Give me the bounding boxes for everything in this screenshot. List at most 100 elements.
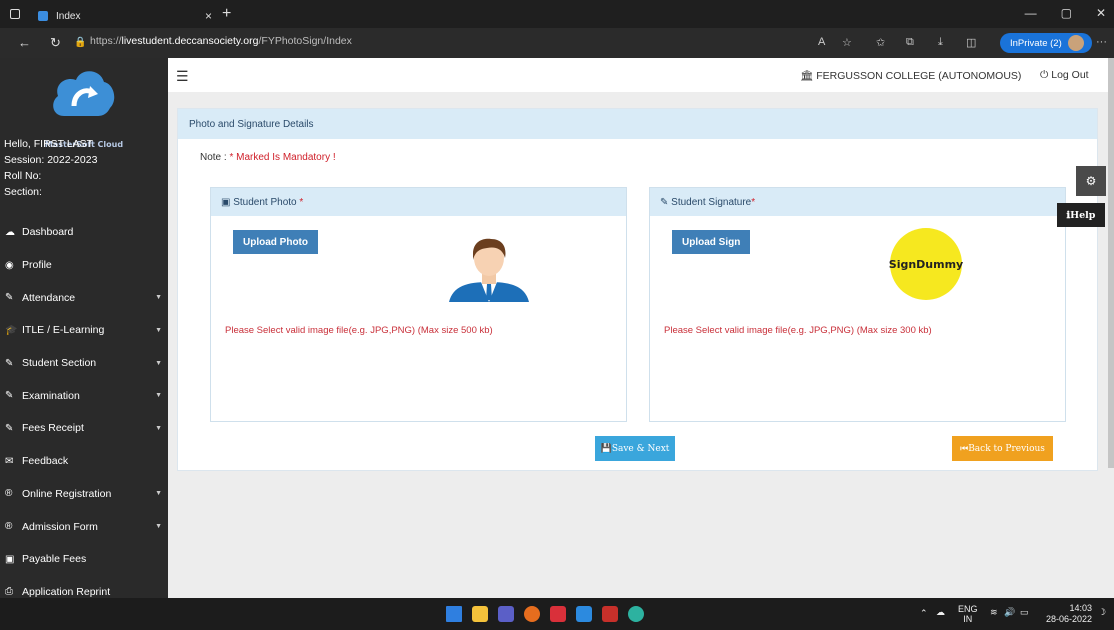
notifications-icon[interactable]: ☽ [1098,607,1106,618]
main-content: ☰ 🏛 FERGUSSON COLLEGE (AUTONOMOUS) ⏻ Log… [168,58,1114,598]
close-window-icon[interactable]: ✕ [1096,6,1106,20]
save-label: Save & Next [611,443,670,454]
caret-down-icon: ▼ [155,523,162,531]
onedrive-icon[interactable]: ☁ [936,607,945,618]
sidebar-item-label: Application Reprint [22,585,111,598]
url-field[interactable]: https://livestudent.deccansociety.org/FY… [90,35,352,47]
upload-sign-button[interactable]: Upload Sign [672,230,751,254]
teams-icon[interactable] [498,606,514,622]
signature-preview: SignDummy [888,228,964,300]
wifi-icon[interactable]: ≋ [990,607,998,618]
sidebar-item-label: Online Registration [22,487,112,500]
caret-down-icon: ▼ [155,359,162,367]
required-star: * [751,197,756,208]
inprivate-button[interactable]: InPrivate (2) [1000,33,1092,53]
browser-tab[interactable]: Index × [30,4,220,28]
firefox-icon[interactable] [524,606,540,622]
lock-icon[interactable]: 🔒 [74,37,86,48]
caret-down-icon: ▼ [155,392,162,400]
sidebar: MasterSoft Cloud Hello, FIRST LAST Sessi… [0,58,168,598]
institution-icon: 🏛 [800,70,817,82]
photo-hint: Please Select valid image file(e.g. JPG,… [225,325,493,336]
new-tab-button[interactable]: + [222,5,231,23]
sidebar-item-examination[interactable]: ✎ Examination ▼ [0,379,168,412]
sidebar-item-fees-receipt[interactable]: ✎ Fees Receipt ▼ [0,412,168,445]
panel-title: Photo and Signature Details [178,109,1097,139]
start-icon[interactable] [446,606,462,622]
logout-link[interactable]: ⏻ Log Out [1040,69,1089,82]
sign-box-title: Student Signature [671,197,752,208]
sidebar-item-icon: ⎙ [5,586,13,598]
student-signature-box: ✎ Student Signature* Upload Sign SignDum… [649,187,1066,422]
pencil-icon: ✎ [660,197,672,208]
language-label: ENG [958,604,978,614]
cloud-logo-icon [53,71,115,116]
collections-icon[interactable]: ⧉ [906,36,914,49]
sidebar-item-payable-fees[interactable]: ▣ Payable Fees [0,543,168,576]
logout-label: Log Out [1051,69,1089,81]
more-menu-icon[interactable]: ··· [1096,36,1107,48]
sidebar-item-attendance[interactable]: ✎ Attendance ▼ [0,281,168,314]
caret-down-icon: ▼ [155,490,162,498]
address-bar: ← ↻ 🔒 https://livestudent.deccansociety.… [0,28,1114,58]
media-player-icon[interactable] [550,606,566,622]
note-text: * Marked Is Mandatory ! [229,152,336,163]
sidebar-item-student-section[interactable]: ✎ Student Section ▼ [0,347,168,380]
url-scheme: https:// [90,35,122,47]
read-aloud-icon[interactable]: A [818,36,825,48]
back-arrow-icon[interactable]: ← [18,35,31,50]
add-favorite-icon[interactable]: ☆ [842,36,852,49]
file-explorer-icon[interactable] [472,606,488,622]
roll-no: Roll No: [4,170,42,182]
restore-icon[interactable]: ▢ [1061,6,1072,20]
sidebar-item-online-registration[interactable]: ® Online Registration ▼ [0,478,168,511]
photo-box-title: Student Photo [233,197,297,208]
rewind-icon: ⏮ [960,443,969,454]
sidebar-item-label: Dashboard [22,226,74,239]
clock[interactable]: 14:03 28-06-2022 [1044,603,1092,625]
sidebar-item-icon: ◉ [5,259,14,271]
settings-gear-icon[interactable]: ⚙ [1076,166,1106,196]
sidebar-item-label: Attendance [22,291,76,304]
clock-date: 28-06-2022 [1045,614,1092,624]
inprivate-label: InPrivate (2) [1010,37,1062,49]
edge-icon[interactable] [628,606,644,622]
notepad-icon[interactable] [576,606,592,622]
save-next-button[interactable]: 💾 Save & Next [595,436,675,461]
close-tab-icon[interactable]: × [205,9,212,23]
language-indicator[interactable]: ENG IN [958,604,978,624]
upload-photo-button[interactable]: Upload Photo [233,230,318,254]
page-scrollbar[interactable] [1108,58,1114,468]
url-host: livestudent.deccansociety.org [121,35,259,47]
downloads-icon[interactable]: ⤓ [938,36,943,49]
minimize-icon[interactable]: — [1025,6,1037,20]
required-star: * [296,197,304,208]
sidebar-item-label: Payable Fees [22,553,87,566]
screenshot-icon[interactable]: ◫ [966,36,976,49]
refresh-icon[interactable]: ↻ [50,35,61,51]
profile-avatar [1067,35,1084,51]
battery-icon[interactable]: ▭ [1020,607,1029,618]
session: Session: 2022-2023 [4,154,98,166]
back-to-previous-button[interactable]: ⏮ Back to Previous [952,436,1053,461]
sidebar-item-icon: ✎ [5,390,14,402]
sidebar-item-icon: ® [5,488,13,500]
sidebar-item-icon: ✉ [5,455,14,467]
page-favicon-icon [38,11,48,21]
wps-writer-icon[interactable] [602,606,618,622]
sidebar-item-profile[interactable]: ◉ Profile [0,249,168,282]
tab-actions-icon[interactable] [10,9,20,19]
favorites-icon[interactable]: ✩ [876,36,885,49]
sidebar-item-feedback[interactable]: ✉ Feedback [0,445,168,478]
student-photo-box: ▣ Student Photo * Upload Photo Please Se… [210,187,627,422]
volume-icon[interactable]: 🔊 [1004,607,1015,618]
sidebar-item-admission-form[interactable]: ® Admission Form ▼ [0,510,168,543]
help-button[interactable]: ℹ Help [1057,203,1105,227]
tray-chevron-icon[interactable]: ⌃ [920,608,928,619]
sidebar-item-itle-e-learning[interactable]: 🎓 ITLE / E-Learning ▼ [0,314,168,347]
student-avatar-placeholder [449,238,529,302]
sidebar-item-dashboard[interactable]: ☁ Dashboard [0,216,168,249]
help-label: Help [1070,209,1096,221]
hamburger-menu-icon[interactable]: ☰ [176,68,189,85]
signature-text: SignDummy [888,257,964,271]
